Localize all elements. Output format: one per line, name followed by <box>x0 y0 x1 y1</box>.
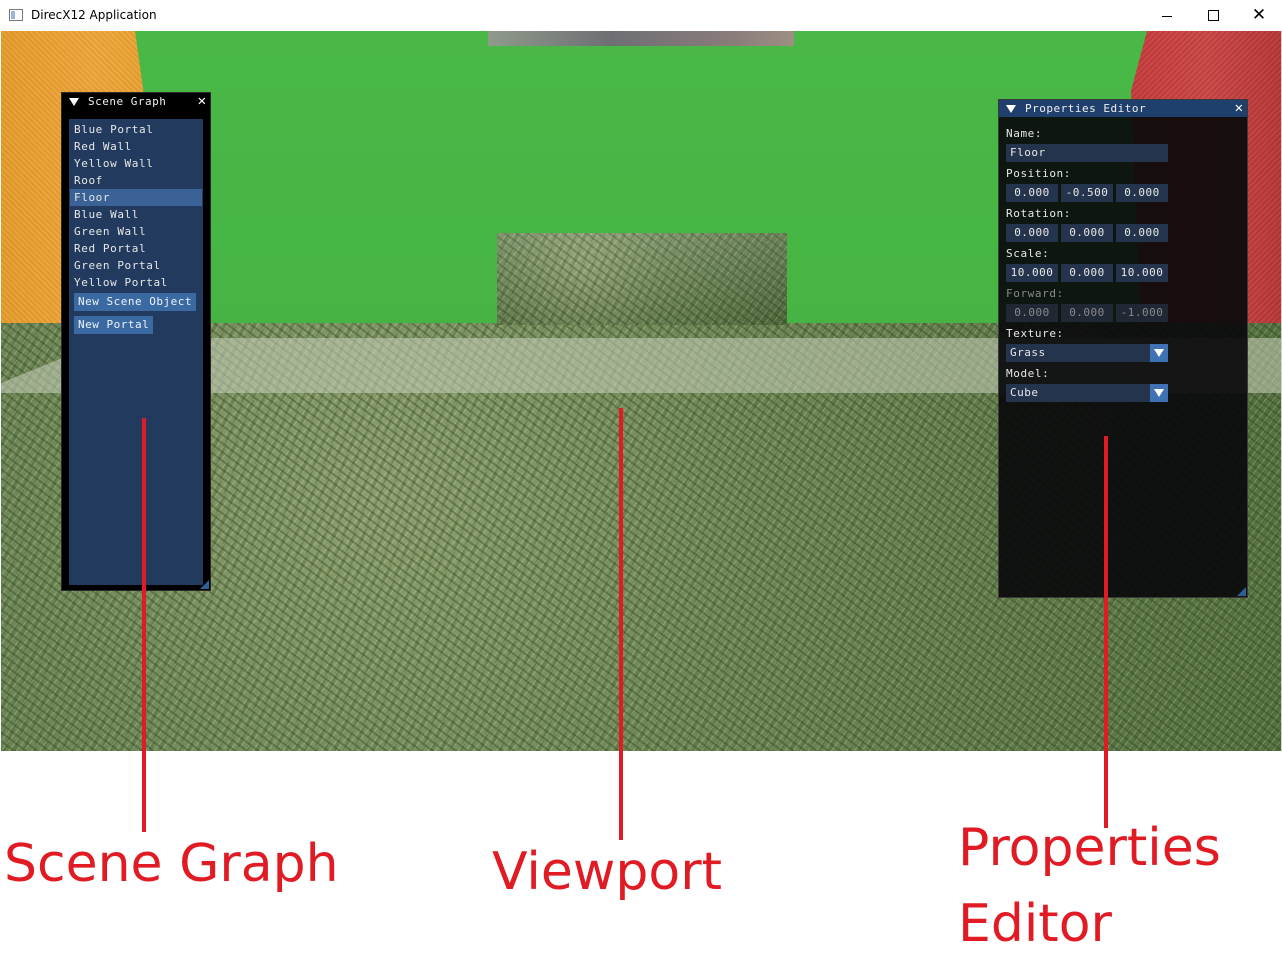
forward-z-field: -1.000 <box>1116 304 1168 322</box>
properties-title-bar[interactable]: Properties Editor ✕ <box>999 100 1247 117</box>
viewport-pointer-line <box>619 408 623 840</box>
rotation-label: Rotation: <box>1006 207 1072 220</box>
list-item[interactable]: Red Wall <box>70 138 202 155</box>
forward-label: Forward: <box>1006 287 1064 300</box>
minimize-icon <box>1162 16 1172 17</box>
resize-grip[interactable] <box>1237 587 1246 596</box>
model-value: Cube <box>1010 386 1039 399</box>
position-z-field[interactable]: 0.000 <box>1116 184 1168 202</box>
position-x-field[interactable]: 0.000 <box>1006 184 1058 202</box>
scene-graph-panel[interactable]: Scene Graph ✕ Blue Portal Red Wall Yello… <box>61 92 211 591</box>
texture-dropdown[interactable]: Grass <box>1006 344 1168 362</box>
scene-graph-list-region: Blue Portal Red Wall Yellow Wall Roof Fl… <box>69 119 203 585</box>
list-item[interactable]: Blue Wall <box>70 206 202 223</box>
properties-editor-panel[interactable]: Properties Editor ✕ Name: Floor Position… <box>998 99 1248 598</box>
scene-graph-list: Blue Portal Red Wall Yellow Wall Roof Fl… <box>70 121 202 291</box>
texture-value: Grass <box>1010 346 1046 359</box>
application-window: DirecX12 Application ✕ Scene Graph ✕ Blu… <box>0 0 1282 752</box>
scene-graph-title-bar[interactable]: Scene Graph ✕ <box>62 93 210 110</box>
list-item-selected[interactable]: Floor <box>70 189 202 206</box>
title-bar[interactable]: DirecX12 Application ✕ <box>0 0 1282 31</box>
properties-title: Properties Editor <box>1025 102 1147 115</box>
properties-annotation-line2: Editor <box>958 894 1112 954</box>
forward-y-field: 0.000 <box>1061 304 1113 322</box>
maximize-icon <box>1207 10 1219 21</box>
scale-label: Scale: <box>1006 247 1050 260</box>
portal-shade <box>497 233 787 325</box>
model-dropdown[interactable]: Cube <box>1006 384 1168 402</box>
roof <box>488 31 794 46</box>
scale-x-field[interactable]: 10.000 <box>1006 264 1058 282</box>
collapse-triangle-icon[interactable] <box>1006 104 1016 113</box>
resize-grip[interactable] <box>200 580 209 589</box>
position-y-field[interactable]: -0.500 <box>1061 184 1113 202</box>
list-item[interactable]: Yellow Wall <box>70 155 202 172</box>
collapse-triangle-icon[interactable] <box>69 97 79 106</box>
list-item[interactable]: Red Portal <box>70 240 202 257</box>
rotation-z-field[interactable]: 0.000 <box>1116 224 1168 242</box>
dropdown-arrow-icon[interactable] <box>1150 384 1168 402</box>
rotation-y-field[interactable]: 0.000 <box>1061 224 1113 242</box>
scale-z-field[interactable]: 10.000 <box>1116 264 1168 282</box>
scene-graph-pointer-line <box>142 418 146 832</box>
dropdown-arrow-icon[interactable] <box>1150 344 1168 362</box>
minimize-button[interactable] <box>1144 0 1190 31</box>
properties-annotation-line1: Properties <box>958 818 1221 878</box>
maximize-button[interactable] <box>1190 0 1236 31</box>
properties-pointer-line <box>1104 436 1108 828</box>
scene-graph-title: Scene Graph <box>88 95 167 108</box>
forward-x-field: 0.000 <box>1006 304 1058 322</box>
new-scene-object-button[interactable]: New Scene Object <box>74 293 196 311</box>
new-portal-button[interactable]: New Portal <box>74 316 154 334</box>
close-icon[interactable]: ✕ <box>1235 100 1243 117</box>
list-item[interactable]: Green Portal <box>70 257 202 274</box>
scale-y-field[interactable]: 0.000 <box>1061 264 1113 282</box>
list-item[interactable]: Green Wall <box>70 223 202 240</box>
close-window-button[interactable]: ✕ <box>1236 0 1282 31</box>
position-label: Position: <box>1006 167 1072 180</box>
scene-graph-annotation: Scene Graph <box>4 834 339 894</box>
list-item[interactable]: Blue Portal <box>70 121 202 138</box>
name-label: Name: <box>1006 127 1043 140</box>
close-icon: ✕ <box>1251 5 1267 25</box>
name-field[interactable]: Floor <box>1006 144 1168 162</box>
list-item[interactable]: Yellow Portal <box>70 274 202 291</box>
rotation-x-field[interactable]: 0.000 <box>1006 224 1058 242</box>
texture-label: Texture: <box>1006 327 1064 340</box>
list-item[interactable]: Roof <box>70 172 202 189</box>
close-icon[interactable]: ✕ <box>198 93 206 110</box>
app-window-icon <box>9 9 23 21</box>
window-title: DirecX12 Application <box>31 8 157 22</box>
viewport-annotation: Viewport <box>492 842 722 902</box>
model-label: Model: <box>1006 367 1050 380</box>
